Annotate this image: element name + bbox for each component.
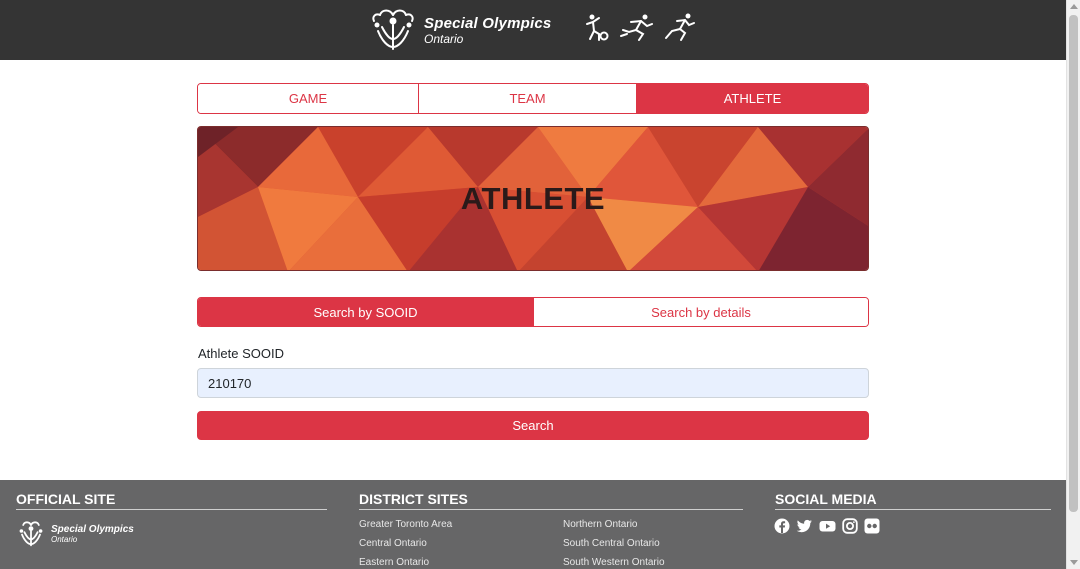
district-sites-heading: DISTRICT SITES (359, 491, 468, 507)
search-mode-toggle: Search by SOOID Search by details (197, 297, 869, 327)
tab-athlete[interactable]: ATHLETE (636, 84, 868, 113)
twitter-icon[interactable] (796, 518, 813, 534)
official-site-divider (16, 509, 327, 510)
category-tabs: GAME TEAM ATHLETE (197, 83, 869, 114)
district-link[interactable]: South Central Ontario (563, 538, 660, 549)
flickr-icon[interactable] (864, 518, 880, 534)
brand-line2: Ontario (424, 31, 464, 46)
search-by-details-tab[interactable]: Search by details (533, 298, 868, 326)
district-link[interactable]: Greater Toronto Area (359, 519, 452, 530)
district-sites-divider (359, 509, 743, 510)
athlete-sooid-label: Athlete SOOID (198, 346, 284, 361)
page-scrollbar[interactable] (1066, 0, 1080, 569)
social-links (774, 518, 880, 534)
footer-brand-line2: Ontario (51, 534, 78, 544)
district-link[interactable]: Eastern Ontario (359, 557, 429, 568)
special-olympics-emblem-icon (372, 9, 414, 50)
site-header: Special Olympics Ontario (0, 0, 1066, 60)
runner-icon (620, 14, 653, 41)
tab-game[interactable]: GAME (198, 84, 418, 113)
sport-icons (585, 12, 697, 42)
search-by-sooid-tab[interactable]: Search by SOOID (198, 298, 533, 326)
tab-team[interactable]: TEAM (418, 84, 636, 113)
basketball-player-icon (586, 14, 609, 41)
scroll-up-arrow-icon[interactable] (1070, 4, 1078, 9)
brand-wordmark: Special Olympics Ontario (424, 16, 551, 45)
sprinter-icon (665, 13, 695, 41)
footer-brand-line1: Special Olympics (51, 523, 134, 535)
official-site-heading: OFFICIAL SITE (16, 491, 116, 507)
page: Special Olympics Ontario GAME TEAM ATHLE… (0, 0, 1080, 569)
athlete-sooid-input[interactable] (197, 368, 869, 398)
facebook-icon[interactable] (774, 518, 790, 534)
social-media-heading: SOCIAL MEDIA (775, 491, 877, 507)
district-link[interactable]: Central Ontario (359, 538, 427, 549)
athlete-banner: ATHLETE (197, 126, 869, 271)
brand-line1: Special Olympics (424, 14, 552, 32)
special-olympics-emblem-icon (19, 521, 43, 547)
special-olympics-logo[interactable]: Special Olympics Ontario (368, 5, 551, 55)
site-footer (0, 480, 1066, 569)
district-link[interactable]: South Western Ontario (563, 557, 665, 568)
footer-special-olympics-logo[interactable]: Special Olympics Ontario (16, 518, 134, 550)
footer-brand-wordmark: Special Olympics Ontario (51, 523, 134, 544)
scroll-down-arrow-icon[interactable] (1070, 560, 1078, 565)
banner-title: ATHLETE (460, 180, 606, 216)
scrollbar-thumb[interactable] (1069, 15, 1078, 512)
instagram-icon[interactable] (842, 518, 858, 534)
search-button[interactable]: Search (197, 411, 869, 440)
social-media-divider (775, 509, 1051, 510)
district-link[interactable]: Northern Ontario (563, 519, 637, 530)
youtube-icon[interactable] (819, 518, 836, 534)
